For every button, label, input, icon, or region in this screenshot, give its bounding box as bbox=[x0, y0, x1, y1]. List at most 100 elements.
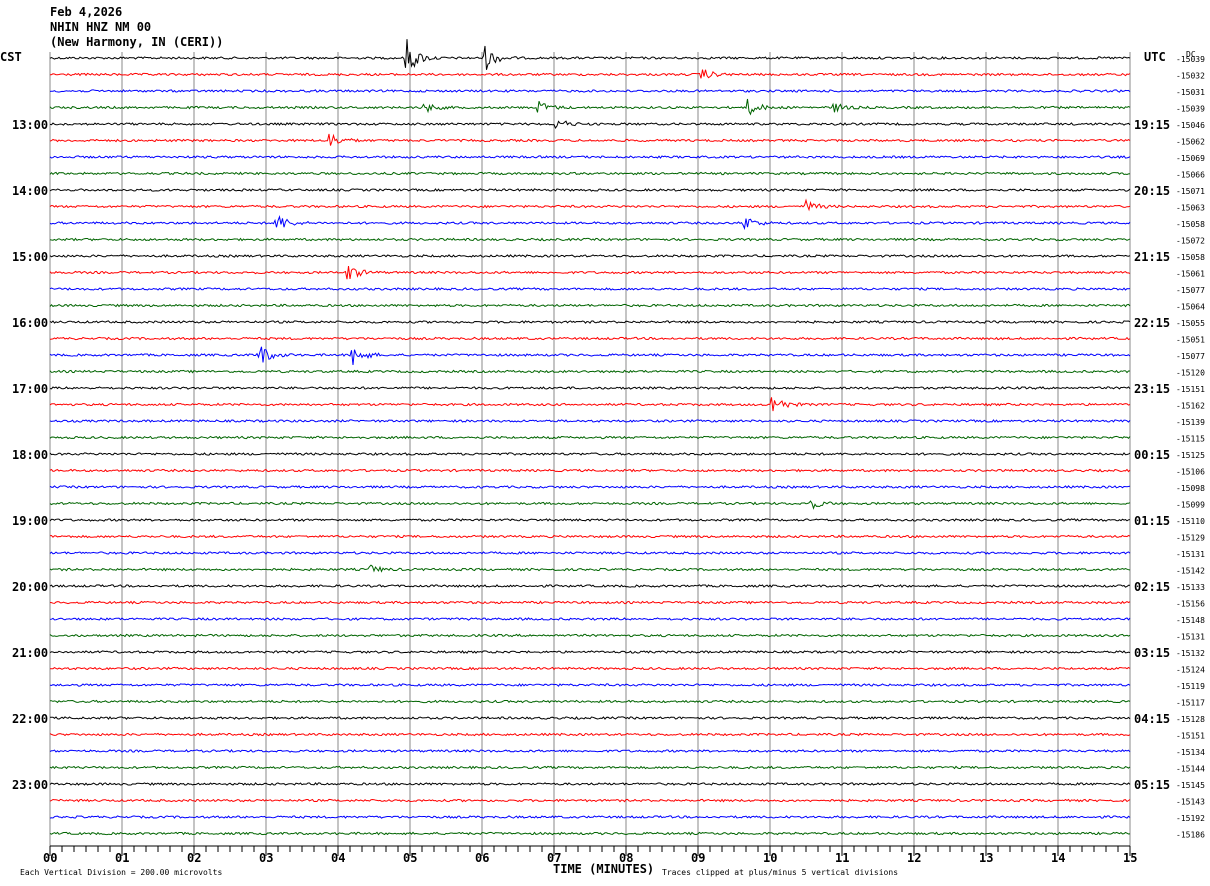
left-time-label: 21:00 bbox=[12, 646, 48, 660]
trace-row bbox=[49, 749, 1131, 753]
dc-offset-label: -15046 bbox=[1176, 121, 1205, 130]
right-timezone: UTC bbox=[1144, 50, 1166, 64]
left-timezone: CST bbox=[0, 50, 22, 64]
right-time-label: 03:15 bbox=[1134, 646, 1170, 660]
trace-row bbox=[49, 633, 1131, 638]
dc-offset-label: -15077 bbox=[1176, 352, 1205, 361]
left-time-label: 20:00 bbox=[12, 580, 48, 594]
dc-offset-label: -15039 bbox=[1176, 105, 1205, 114]
trace-row bbox=[49, 336, 1131, 341]
trace-row bbox=[49, 265, 1131, 280]
trace-row bbox=[49, 320, 1131, 324]
trace-row bbox=[49, 650, 1131, 654]
dc-offset-label: -15072 bbox=[1176, 237, 1205, 246]
left-time-label: 15:00 bbox=[12, 250, 48, 264]
dc-offset-label: -15192 bbox=[1176, 814, 1205, 823]
right-time-label: 04:15 bbox=[1134, 712, 1170, 726]
trace-row bbox=[49, 600, 1131, 605]
dc-offset-label: -15131 bbox=[1176, 550, 1205, 559]
trace-row bbox=[49, 732, 1131, 737]
trace-row bbox=[49, 369, 1130, 374]
trace-row bbox=[49, 564, 1131, 573]
dc-offset-label: -15186 bbox=[1176, 831, 1205, 840]
trace-row bbox=[49, 198, 1131, 212]
trace-row bbox=[49, 237, 1131, 242]
dc-offset-label: -15066 bbox=[1176, 171, 1205, 180]
dc-offset-label: -15032 bbox=[1176, 72, 1205, 81]
dc-offset-label: -15142 bbox=[1176, 567, 1205, 576]
trace-row bbox=[49, 452, 1131, 456]
left-time-label: 19:00 bbox=[12, 514, 48, 528]
trace-row bbox=[49, 782, 1131, 786]
trace-row bbox=[49, 435, 1131, 440]
helicorder: Feb 4,2026 NHIN HNZ NM 00 (New Harmony, … bbox=[0, 0, 1210, 886]
dc-offset-label: -15145 bbox=[1176, 781, 1205, 790]
dc-offset-label: -15055 bbox=[1176, 319, 1205, 328]
left-time-label: 18:00 bbox=[12, 448, 48, 462]
trace-row bbox=[49, 303, 1131, 308]
dc-offset-label: -15031 bbox=[1176, 88, 1205, 97]
trace-row bbox=[49, 500, 1131, 510]
trace-row bbox=[49, 468, 1131, 473]
dc-offset-label: -15063 bbox=[1176, 204, 1205, 213]
right-time-label: 19:15 bbox=[1134, 118, 1170, 132]
dc-offset-label: -15124 bbox=[1176, 666, 1205, 675]
location-label: (New Harmony, IN (CERI)) bbox=[50, 35, 223, 49]
right-time-label: 02:15 bbox=[1134, 580, 1170, 594]
trace-row bbox=[49, 386, 1131, 390]
right-time-label: 22:15 bbox=[1134, 316, 1170, 330]
left-time-label: 14:00 bbox=[12, 184, 48, 198]
left-time-label: 22:00 bbox=[12, 712, 48, 726]
right-time-label: 21:15 bbox=[1134, 250, 1170, 264]
trace-row bbox=[49, 716, 1131, 720]
trace-row bbox=[49, 89, 1131, 93]
dc-offset-label: -15069 bbox=[1176, 154, 1205, 163]
dc-offset-label: -15077 bbox=[1176, 286, 1205, 295]
right-time-label: 01:15 bbox=[1134, 514, 1170, 528]
trace-row bbox=[49, 798, 1131, 803]
trace-row bbox=[49, 155, 1131, 159]
left-time-label: 23:00 bbox=[12, 778, 48, 792]
dc-offset-label: -15139 bbox=[1176, 418, 1205, 427]
trace-row bbox=[49, 419, 1131, 423]
trace-row bbox=[49, 699, 1131, 704]
dc-offset-label: -15144 bbox=[1176, 765, 1205, 774]
helicorder-plot: Feb 4,2026 NHIN HNZ NM 00 (New Harmony, … bbox=[0, 5, 1205, 877]
dc-offset-label: -15156 bbox=[1176, 600, 1205, 609]
left-time-label: 13:00 bbox=[12, 118, 48, 132]
trace-row bbox=[49, 133, 1131, 146]
left-time-label: 17:00 bbox=[12, 382, 48, 396]
trace-row bbox=[49, 683, 1131, 687]
dc-offset-label: -15098 bbox=[1176, 484, 1205, 493]
station-label: NHIN HNZ NM 00 bbox=[50, 20, 151, 34]
trace-row bbox=[49, 831, 1131, 836]
date-label: Feb 4,2026 bbox=[50, 5, 122, 19]
right-time-label: 05:15 bbox=[1134, 778, 1170, 792]
dc-offset-label: -15125 bbox=[1176, 451, 1205, 460]
dc-offset-label: -15115 bbox=[1176, 435, 1205, 444]
trace-row bbox=[49, 534, 1131, 539]
trace-row bbox=[49, 518, 1131, 522]
dc-offset-label: -15064 bbox=[1176, 303, 1205, 312]
dc-offset-label: -15119 bbox=[1176, 682, 1205, 691]
dc-offset-label: -15151 bbox=[1176, 385, 1205, 394]
dc-offset-label: -15133 bbox=[1176, 583, 1205, 592]
dc-offset-label: -15058 bbox=[1176, 253, 1205, 262]
dc-offset-label: -15128 bbox=[1176, 715, 1205, 724]
dc-offset-label: -15039 bbox=[1176, 55, 1205, 64]
right-time-label: 23:15 bbox=[1134, 382, 1170, 396]
trace-row bbox=[49, 584, 1130, 588]
dc-offset-label: -15062 bbox=[1176, 138, 1205, 147]
trace-row bbox=[49, 617, 1131, 621]
trace-row bbox=[49, 815, 1131, 819]
trace-row bbox=[49, 69, 1131, 79]
dc-offset-label: -15120 bbox=[1176, 369, 1205, 378]
trace-row bbox=[49, 188, 1131, 192]
dc-offset-label: -15051 bbox=[1176, 336, 1205, 345]
dc-offset-label: -15106 bbox=[1176, 468, 1205, 477]
trace-row bbox=[50, 666, 1131, 671]
dc-offset-label: -15134 bbox=[1176, 748, 1205, 757]
footer-clip: Traces clipped at plus/minus 5 vertical … bbox=[662, 868, 898, 877]
dc-offset-label: -15151 bbox=[1176, 732, 1205, 741]
trace-row bbox=[49, 551, 1131, 555]
